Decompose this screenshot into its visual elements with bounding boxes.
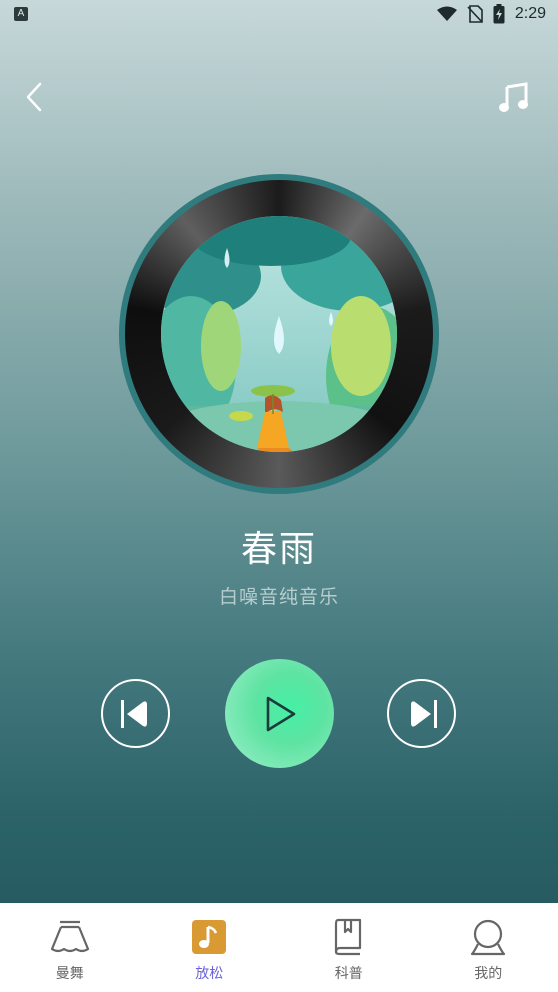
tab-science[interactable]: 科普 (279, 903, 419, 992)
wifi-icon (436, 6, 457, 21)
book-icon (329, 917, 369, 957)
album-art (161, 216, 397, 452)
previous-button[interactable] (101, 679, 170, 748)
chevron-left-icon (26, 82, 42, 112)
tab-relax[interactable]: 放松 (140, 903, 280, 992)
battery-charging-icon (493, 4, 505, 24)
back-button[interactable] (20, 80, 50, 114)
tab-mine[interactable]: 我的 (419, 903, 558, 992)
notification-icon: A (14, 7, 28, 21)
tab-label: 科普 (334, 966, 363, 982)
tab-label: 我的 (474, 966, 503, 982)
status-icons: 2:29 (436, 4, 546, 24)
song-subtitle: 白噪音纯音乐 (218, 586, 339, 608)
status-bar: A 2:29 (0, 0, 558, 30)
music-note-icon (189, 917, 229, 957)
skip-next-icon (410, 699, 437, 728)
clock: 2:29 (514, 5, 546, 22)
next-button[interactable] (387, 679, 456, 748)
tab-dance[interactable]: 曼舞 (0, 903, 140, 992)
skip-previous-icon (120, 699, 147, 728)
no-sim-icon (467, 5, 483, 23)
bottom-tab-bar: 曼舞 放松 科普 我的 (0, 903, 558, 992)
music-note-icon (499, 82, 528, 112)
tab-label: 放松 (195, 966, 224, 982)
playlist-button[interactable] (498, 82, 530, 114)
skirt-icon (50, 917, 90, 957)
song-title: 春雨 (240, 529, 317, 570)
vinyl-record (125, 180, 433, 488)
user-icon (468, 917, 508, 957)
tab-label: 曼舞 (55, 966, 84, 982)
play-icon (266, 696, 295, 731)
album-art-illustration (161, 216, 397, 452)
album-disc (119, 174, 439, 494)
play-button[interactable] (225, 659, 334, 768)
